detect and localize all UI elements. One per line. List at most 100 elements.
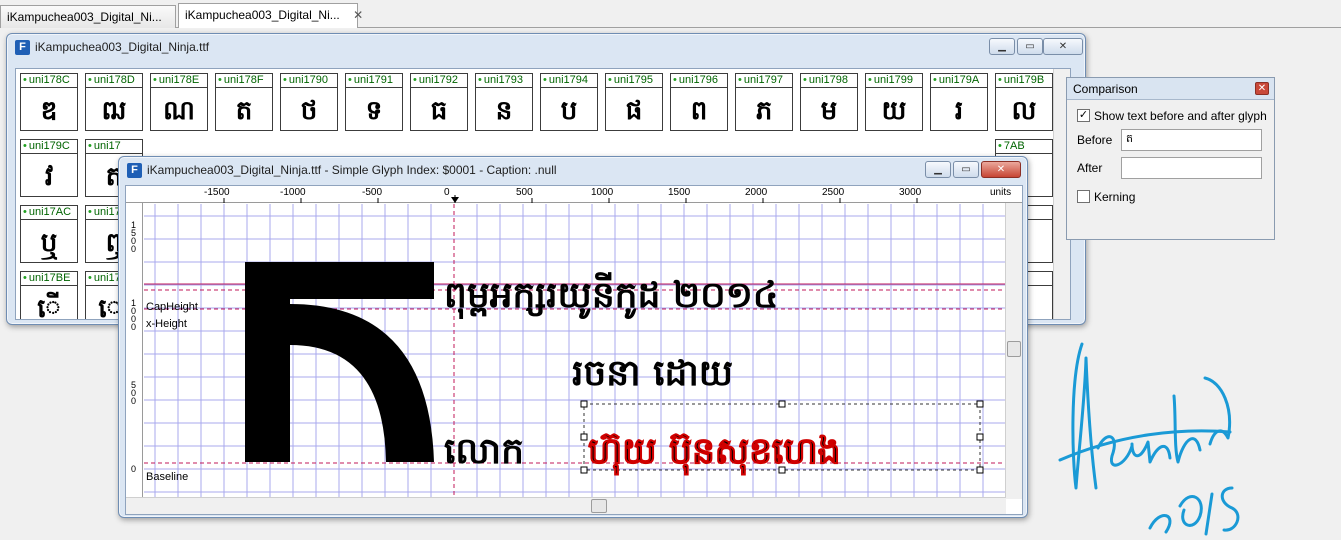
glyph-preview: ទ [365,95,383,125]
capheight-label: CapHeight [146,301,198,313]
glyph-cell-label: uni178F [216,74,272,88]
glyph-cell-label: uni1797 [736,74,792,88]
glyph-cell[interactable]: uni1792 ធ [410,73,468,131]
glyph-preview: ភ [755,95,773,125]
after-input[interactable] [1121,157,1262,179]
minimize-button[interactable]: ▁ [989,38,1015,55]
horizontal-ruler: -1500 -1000 -500 0 500 1000 1500 2000 25… [126,186,1022,203]
glyph-preview: វ [44,161,54,191]
glyph-cell[interactable]: uni1798 ម [800,73,858,131]
glyph-cell-label: uni178C [21,74,77,88]
glyph-preview: ន [495,95,513,125]
window-title: iKampuchea003_Digital_Ninja.ttf [35,40,210,54]
window-titlebar[interactable]: F iKampuchea003_Digital_Ninja.ttf ▁ ▭ ✕ [7,34,1085,60]
tab-label: iKampuchea003_Digital_Ni... [7,10,162,24]
glyph-cell[interactable]: uni1796 ព [670,73,728,131]
minimize-button[interactable]: ▁ [925,161,951,178]
glyph-cell-label: uni179B [996,74,1052,88]
glyph-cell[interactable]: uni17AC ឬ [20,205,78,263]
glyph-cell-label: uni1794 [541,74,597,88]
glyph-preview: ឍ [101,95,127,125]
glyph-cell[interactable]: uni179B ល [995,73,1053,131]
glyph-preview: ថ [300,95,318,125]
glyph-cell-label: uni179A [931,74,987,88]
maximize-button[interactable]: ▭ [953,161,979,178]
glyph-cell[interactable]: uni1799 យ [865,73,923,131]
document-tab-1[interactable]: iKampuchea003_Digital_Ni... [0,5,176,29]
before-label: Before [1077,133,1113,147]
vruler-label: 1000 [131,298,137,332]
scroll-thumb[interactable] [591,499,607,513]
glyph-canvas[interactable]: -1500 -1000 -500 0 500 1000 1500 2000 25… [125,185,1023,515]
document-tab-2[interactable]: iKampuchea003_Digital_Ni... ✕ [178,3,363,29]
glyph-cell-label: uni1796 [671,74,727,88]
glyph-preview: យ [881,95,907,125]
xheight-label: x-Height [146,318,187,330]
glyph-cell-label: uni178D [86,74,142,88]
glyph-cell[interactable]: uni1795 ផ [605,73,663,131]
glyph-cell[interactable]: uni1794 ប [540,73,598,131]
glyph-cell-label: uni179C [21,140,77,154]
glyph-cell[interactable]: uni17BEើ [20,271,78,319]
glyph-cell[interactable]: uni178C ឌ [20,73,78,131]
glyph-preview: ព [690,95,708,125]
glyph-cell-label: uni1795 [606,74,662,88]
sample-text-selected[interactable]: ហ៊ុយ ប៊ុនសុខហេង [587,428,840,481]
signature-drawing [1058,342,1240,536]
glyph-preview: ម [820,95,838,125]
glyph-preview: ល [1011,95,1037,125]
glyph-cell-label: uni1793 [476,74,532,88]
glyph-cell-label: uni17 [86,140,142,154]
editor-horizontal-scrollbar[interactable] [126,497,1006,514]
close-panel-button[interactable]: ✕ [1255,82,1269,95]
glyph-preview: ត [235,95,253,125]
glyph-cell-label: uni1790 [281,74,337,88]
glyph-preview: ឌ [40,95,58,125]
ruler-ticks [223,195,918,203]
close-button[interactable]: ✕ [1043,38,1083,55]
before-input[interactable]: ត [1121,129,1262,151]
glyph-cell-label: uni17BE [21,272,77,286]
panel-title: Comparison [1067,78,1274,100]
window-title: iKampuchea003_Digital_Ninja.ttf - Simple… [147,163,557,177]
show-text-checkbox[interactable]: ✓ [1077,109,1090,122]
show-text-label: Show text before and after glyph [1094,109,1267,123]
origin-marker [451,197,459,203]
glyph-preview: ផ [625,95,643,125]
kerning-checkbox[interactable] [1077,190,1090,203]
after-label: After [1077,161,1103,175]
glyph-cell-label: uni1799 [866,74,922,88]
glyph-editor-window: F iKampuchea003_Digital_Ninja.ttf - Simp… [118,156,1028,518]
mdi-workspace: F iKampuchea003_Digital_Ninja.ttf ▁ ▭ ✕ … [0,28,1341,540]
fontcreator-app-icon: F [15,40,30,55]
glyph-cell[interactable]: uni1790 ថ [280,73,338,131]
glyph-preview: ណ [163,95,195,125]
glyph-cell-label: uni1791 [346,74,402,88]
glyph-cell[interactable]: uni178F ត [215,73,273,131]
glyph-preview: ឬ [40,227,58,257]
close-button[interactable]: ✕ [981,161,1021,178]
glyph-cell-label: 7AB [996,140,1052,154]
glyph-cell[interactable]: uni179C វ [20,139,78,197]
glyph-cell[interactable]: uni1797 ភ [735,73,793,131]
glyph-cell[interactable]: uni178E ណ [150,73,208,131]
sample-text-line-3a: លោក [444,431,524,472]
close-tab-icon[interactable]: ✕ [353,8,363,22]
glyph-cell[interactable]: uni1793 ន [475,73,533,131]
maximize-button[interactable]: ▭ [1017,38,1043,55]
fontcreator-app-icon: F [127,163,142,178]
kerning-label: Kerning [1094,190,1136,204]
tick-marks [223,195,918,203]
sample-text-line-1: ពុម្ពអក្សរយូនីកូដ ២០១៤ [444,275,779,316]
vertical-ruler: 1500 1000 500 0 [126,203,143,499]
sample-text-line-2: រចនា ដោយ [572,353,734,394]
glyph-preview: ប [560,95,578,125]
glyph-cell-label: uni1798 [801,74,857,88]
glyph-cell[interactable]: uni179A រ [930,73,988,131]
glyph-cell[interactable]: uni178D ឍ [85,73,143,131]
glyph-cell[interactable]: uni1791 ទ [345,73,403,131]
vruler-label: 0 [131,464,137,474]
window-titlebar[interactable]: F iKampuchea003_Digital_Ninja.ttf - Simp… [119,157,1027,183]
comparison-panel: Comparison ✕ ✓ Show text before and afte… [1066,77,1275,240]
glyph-cell-label: uni1792 [411,74,467,88]
